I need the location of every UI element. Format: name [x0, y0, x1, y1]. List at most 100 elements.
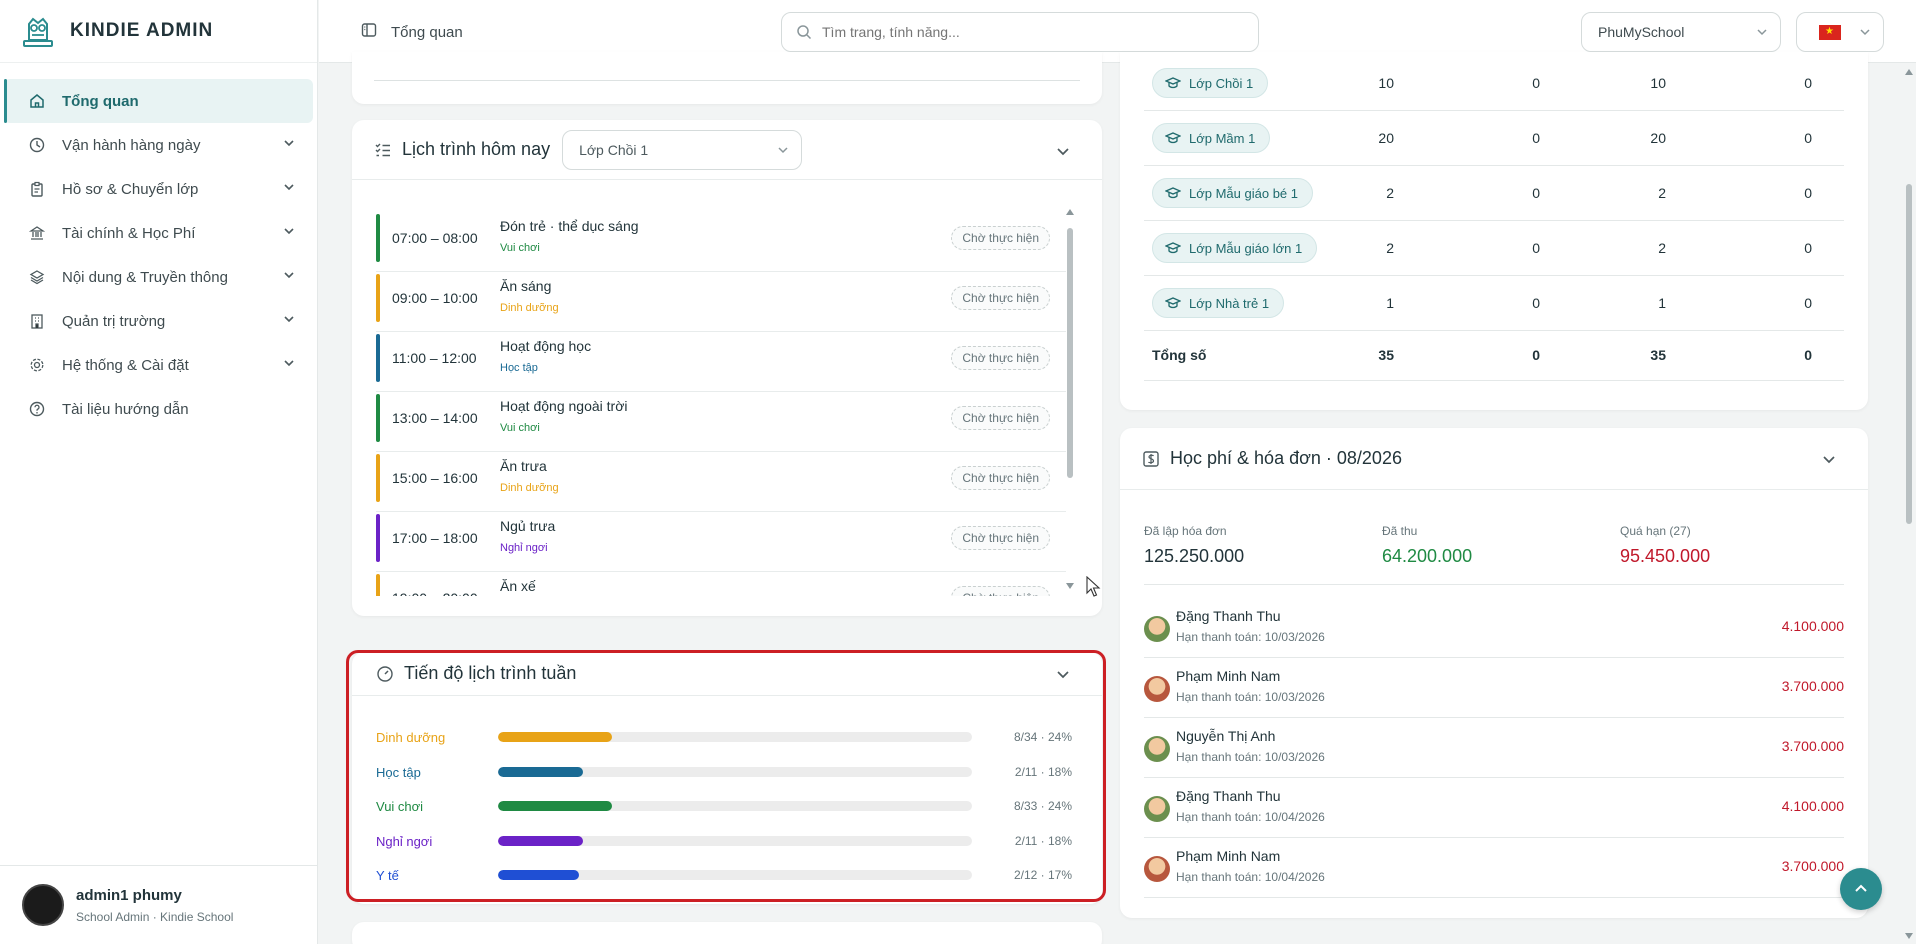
invoice-paid-stat: Đã thu 64.200.000 [1382, 524, 1472, 567]
stat-value: 64.200.000 [1382, 546, 1473, 566]
invoice-row[interactable]: Phạm Minh Nam Hạn thanh toán: 10/03/2026 3… [1144, 658, 1844, 718]
scroll-down-arrow-icon[interactable] [1066, 582, 1074, 590]
collapse-chevron-icon[interactable] [1056, 144, 1070, 158]
student-avatar [1144, 676, 1170, 702]
stat-label: Đã lập hóa đơn [1144, 524, 1227, 538]
graduation-cap-icon [1165, 77, 1181, 89]
collapse-chevron-icon[interactable] [1822, 452, 1836, 466]
status-badge[interactable]: Chờ thực hiện [951, 346, 1050, 370]
building-icon [28, 312, 46, 330]
search-input[interactable] [822, 24, 1222, 40]
sidebar-item-settings[interactable]: Hệ thống & Cài đặt [4, 343, 313, 387]
user-role: School Admin · Kindie School [76, 909, 234, 924]
progress-value: 2/11 · 18% [1014, 764, 1072, 779]
class-badge[interactable]: Lớp Mẫu giáo lớn 1 [1152, 233, 1318, 263]
schedule-row[interactable]: 19:00 – 20:00Ăn xếDinh dưỡngChờ thực hiệ… [376, 572, 1066, 596]
class-row[interactable]: Lớp Mẫu giáo bé 1 2 0 2 0 [1144, 166, 1844, 221]
schedule-time: 11:00 – 12:00 [392, 350, 477, 366]
due-date: Hạn thanh toán: 10/03/2026 [1176, 750, 1325, 764]
card-title: Lịch trình hôm nay [402, 139, 551, 159]
status-badge[interactable]: Chờ thực hiện [951, 586, 1050, 596]
status-badge[interactable]: Chờ thực hiện [951, 286, 1050, 310]
schedule-row[interactable]: 09:00 – 10:00 Ăn sáng Dinh dưỡng Chờ thực h… [376, 272, 1066, 332]
schedule-activity: Ăn sáng [500, 278, 552, 294]
category-color-bar [376, 274, 380, 322]
class-count: 0 [1804, 75, 1812, 91]
progress-track [498, 801, 972, 811]
status-badge[interactable]: Chờ thực hiện [951, 526, 1050, 550]
sidebar-nav: Tổng quan Vận hành hàng ngày Hồ sơ & Chu… [0, 63, 317, 431]
sidebar-item-finance[interactable]: Tài chính & Học Phí [4, 211, 313, 255]
class-count: 20 [1650, 130, 1666, 146]
scroll-up-arrow-icon[interactable] [1066, 208, 1074, 216]
brand[interactable]: KINDIE ADMIN [0, 0, 317, 63]
progress-label: Y tế [376, 868, 399, 883]
graduation-cap-icon [1165, 187, 1181, 199]
bank-icon [28, 224, 46, 242]
amount-due: 4.100.000 [1781, 618, 1844, 634]
schedule-scrollbar[interactable] [1066, 208, 1074, 590]
page-scrollbar[interactable] [1904, 64, 1914, 944]
sidebar-item-label: Quản trị trường [62, 312, 166, 330]
schedule-category: Vui chơi [500, 422, 540, 434]
class-badge[interactable]: Lớp Chồi 1 [1152, 68, 1269, 98]
class-badge[interactable]: Lớp Mầm 1 [1152, 123, 1271, 153]
divider [1144, 584, 1844, 585]
schedule-row[interactable]: 11:00 – 12:00 Hoạt động học Học tập Chờ thự… [376, 332, 1066, 392]
chevron-down-icon [284, 228, 294, 235]
schedule-row[interactable]: 15:00 – 16:00 Ăn trưa Dinh dưỡng Chờ thực h… [376, 452, 1066, 512]
sidebar-item-daily-ops[interactable]: Vận hành hàng ngày [4, 123, 313, 167]
schedule-list: 07:00 – 08:00 Đón trẻ · thể dục sáng Vui c… [352, 206, 1102, 596]
chevron-down-icon [1860, 29, 1870, 36]
clipboard-icon [28, 180, 46, 198]
class-count: 0 [1532, 130, 1540, 146]
invoice-row[interactable]: Phạm Minh Nam Hạn thanh toán: 10/04/2026 3… [1144, 838, 1844, 898]
scrollbar-thumb[interactable] [1067, 228, 1073, 478]
search-box[interactable] [781, 12, 1259, 52]
schedule-time: 13:00 – 14:00 [392, 410, 478, 426]
due-date: Hạn thanh toán: 10/03/2026 [1176, 690, 1325, 704]
sidebar-item-overview[interactable]: Tổng quan [4, 79, 313, 123]
class-badge[interactable]: Lớp Mẫu giáo bé 1 [1152, 178, 1313, 208]
schedule-category: Học tập [500, 362, 538, 374]
invoice-row[interactable]: Đặng Thanh Thu Hạn thanh toán: 10/04/2026… [1144, 778, 1844, 838]
status-badge[interactable]: Chờ thực hiện [951, 226, 1050, 250]
school-select[interactable]: PhuMySchool [1581, 12, 1781, 52]
schedule-row[interactable]: 07:00 – 08:00 Đón trẻ · thể dục sáng Vui c… [376, 212, 1066, 272]
language-select[interactable] [1796, 12, 1884, 52]
schedule-row[interactable]: 17:00 – 18:00 Ngủ trưa Nghỉ ngơi Chờ thực h… [376, 512, 1066, 572]
scroll-to-top-button[interactable] [1840, 868, 1882, 910]
status-badge[interactable]: Chờ thực hiện [951, 466, 1050, 490]
status-badge[interactable]: Chờ thực hiện [951, 406, 1050, 430]
class-select[interactable]: Lớp Chồi 1 [562, 129, 803, 170]
class-row[interactable]: Lớp Nhà trẻ 1 1 0 1 0 [1144, 276, 1844, 331]
user-profile[interactable]: admin1 phumy School Admin · Kindie Schoo… [0, 865, 318, 944]
collapse-chevron-icon[interactable] [1056, 667, 1070, 681]
invoice-row[interactable]: Nguyễn Thị Anh Hạn thanh toán: 10/03/2026… [1144, 718, 1844, 778]
class-count: 10 [1378, 75, 1394, 91]
progress-label: Học tập [376, 764, 421, 780]
sidebar-item-docs[interactable]: Tài liệu hướng dẫn [4, 387, 313, 431]
progress-row: Học tập 2/11 · 18% [376, 763, 1086, 783]
invoice-row[interactable]: Đặng Thanh Thu Hạn thanh toán: 10/03/2026… [1144, 598, 1844, 658]
scroll-up-arrow-icon[interactable] [1904, 68, 1914, 76]
class-count: 2 [1658, 240, 1666, 256]
progress-label: Dinh dưỡng [376, 730, 446, 745]
sidebar-toggle-icon[interactable] [361, 22, 377, 42]
scroll-down-arrow-icon[interactable] [1904, 932, 1914, 940]
sidebar-item-school-admin[interactable]: Quản trị trường [4, 299, 313, 343]
schedule-row[interactable]: 13:00 – 14:00 Hoạt động ngoài trời Vui chơ… [376, 392, 1066, 452]
total-count: 0 [1804, 347, 1812, 363]
sidebar-item-content[interactable]: Nội dung & Truyền thông [4, 255, 313, 299]
sidebar-item-records[interactable]: Hồ sơ & Chuyển lớp [4, 167, 313, 211]
class-row[interactable]: Lớp Mầm 1 20 0 20 0 [1144, 111, 1844, 166]
scrollbar-thumb[interactable] [1906, 184, 1912, 524]
class-row[interactable]: Lớp Mẫu giáo lớn 1 2 0 2 0 [1144, 221, 1844, 276]
class-row[interactable]: Lớp Chồi 1 10 0 10 0 [1144, 56, 1844, 111]
student-avatar [1144, 856, 1170, 882]
class-count: 0 [1804, 240, 1812, 256]
clock-icon [28, 136, 46, 154]
student-name: Đặng Thanh Thu [1176, 608, 1281, 624]
class-badge[interactable]: Lớp Nhà trẻ 1 [1152, 288, 1285, 318]
card-header: Tiến độ lịch trình tuần [352, 652, 1102, 696]
